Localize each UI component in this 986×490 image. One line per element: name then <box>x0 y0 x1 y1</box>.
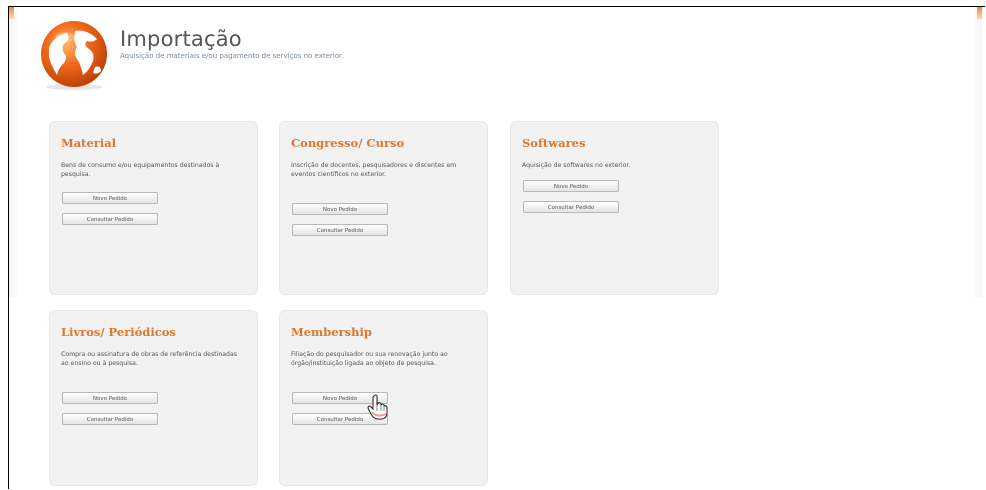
card-description: Aquisição de softwares no exterior. <box>522 162 631 169</box>
page-title: Importação <box>120 27 242 51</box>
right-shadow-edge <box>972 7 982 297</box>
card-description: Compra ou assinatura de obras de referên… <box>61 351 237 368</box>
card-softwares: Softwares Aquisição de softwares no exte… <box>510 121 719 295</box>
page-subtitle: Aquisição de materiais e/ou pagamento de… <box>120 52 344 60</box>
left-edge-accent <box>9 7 14 19</box>
consult-request-button[interactable]: Consultar Pedido <box>292 224 388 236</box>
new-request-button[interactable]: Novo Pedido <box>62 392 158 404</box>
card-title: Material <box>61 136 117 150</box>
card-description: Inscrição de docentes, pesquisadores e d… <box>291 162 457 179</box>
new-request-button[interactable]: Novo Pedido <box>62 192 158 204</box>
card-livros-periodicos: Livros/ Periódicos Compra ou assinatura … <box>49 310 258 486</box>
card-material: Material Bens de consumo e/ou equipament… <box>49 121 258 295</box>
consult-request-button[interactable]: Consultar Pedido <box>523 201 619 213</box>
card-congresso-curso: Congresso/ Curso Inscrição de docentes, … <box>279 121 488 295</box>
card-description: Filiação do pesquisador ou sua renovação… <box>291 351 448 368</box>
card-title: Softwares <box>522 136 586 150</box>
card-description: Bens de consumo e/ou equipamentos destin… <box>61 162 220 179</box>
consult-request-button[interactable]: Consultar Pedido <box>62 213 158 225</box>
right-edge-accent <box>977 7 982 19</box>
new-request-button[interactable]: Novo Pedido <box>292 203 388 215</box>
left-shadow-edge <box>9 7 19 297</box>
card-title: Membership <box>291 325 372 339</box>
card-title: Livros/ Periódicos <box>61 325 176 339</box>
globe-icon <box>41 21 107 90</box>
consult-request-button[interactable]: Consultar Pedido <box>62 413 158 425</box>
hand-cursor-icon <box>367 394 388 420</box>
new-request-button[interactable]: Novo Pedido <box>523 180 619 192</box>
card-title: Congresso/ Curso <box>291 136 405 150</box>
